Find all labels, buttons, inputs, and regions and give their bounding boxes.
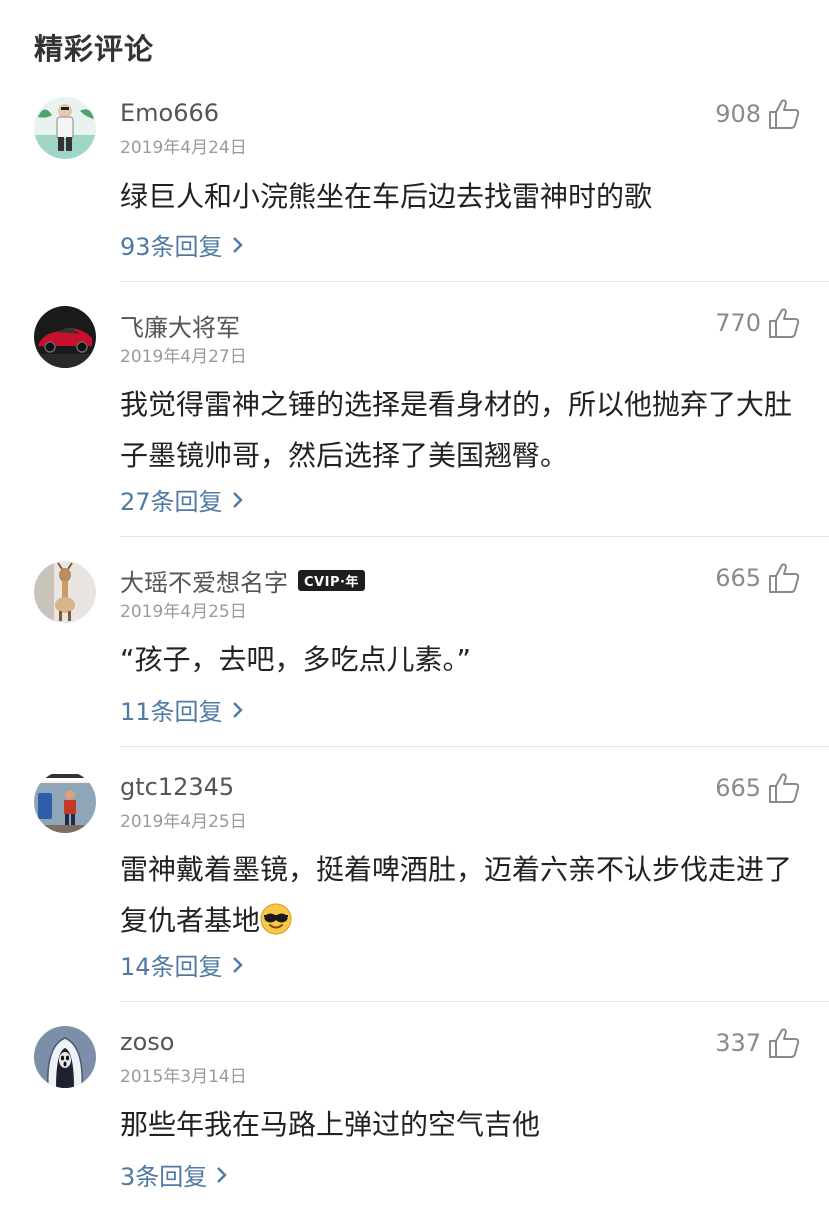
thumbs-up-icon xyxy=(769,563,800,593)
username[interactable]: 飞廉大将军 xyxy=(120,308,240,343)
chevron-right-icon xyxy=(232,701,243,718)
divider xyxy=(120,1001,829,1002)
view-replies-link[interactable]: 27条回复 xyxy=(120,482,245,517)
like-count: 908 xyxy=(715,100,761,128)
user-avatar[interactable] xyxy=(34,97,96,159)
comment-date: 2015年3月14日 xyxy=(120,1067,247,1087)
like-count: 665 xyxy=(715,564,761,592)
comment-item: gtc12345 2019年4月25日 665 雷神戴着墨镜，挺着啤酒肚，迈着六… xyxy=(0,771,829,991)
comment-text-body: 雷神戴着墨镜，挺着啤酒肚，迈着六亲不认步伐走进了复仇者基地 xyxy=(120,853,793,937)
section-title: 精彩评论 xyxy=(34,32,155,66)
meme-photo-avatar-icon xyxy=(34,771,96,833)
like-count: 337 xyxy=(715,1029,761,1057)
chevron-right-icon xyxy=(232,236,243,253)
comment-text: 那些年我在马路上弹过的空气吉他 xyxy=(120,1108,541,1141)
chevron-right-icon xyxy=(217,1166,227,1183)
reply-count: 93条回复 xyxy=(120,233,223,261)
user-avatar[interactable] xyxy=(34,1026,96,1088)
comment-item: Emo666 2019年4月24日 908 绿巨人和小浣熊坐在车后边去找雷神时的… xyxy=(0,97,829,277)
user-avatar[interactable] xyxy=(34,561,96,623)
divider xyxy=(120,536,829,537)
divider xyxy=(120,281,829,282)
old-man-cartoon-avatar-icon xyxy=(34,97,96,159)
comment-item: 飞廉大将军 2019年4月27日 770 我觉得雷神之锤的选择是看身材的，所以他… xyxy=(0,306,829,526)
comment-text: 绿巨人和小浣熊坐在车后边去找雷神时的歌 xyxy=(120,180,653,213)
deer-figure-avatar-icon xyxy=(34,561,96,623)
user-avatar[interactable] xyxy=(34,306,96,368)
comment-text: 雷神戴着墨镜，挺着啤酒肚，迈着六亲不认步伐走进了复仇者基地 xyxy=(120,844,810,946)
thumbs-up-icon xyxy=(769,308,800,338)
thumbs-up-icon xyxy=(769,1028,800,1058)
username[interactable]: gtc12345 xyxy=(120,773,234,801)
divider xyxy=(120,746,829,747)
reply-count: 11条回复 xyxy=(120,698,223,726)
like-count: 770 xyxy=(715,309,761,337)
red-sports-car-avatar-icon xyxy=(34,306,96,368)
like-button[interactable]: 908 xyxy=(715,97,801,131)
hooded-figure-avatar-icon xyxy=(34,1026,96,1088)
username[interactable]: Emo666 xyxy=(120,99,219,127)
like-button[interactable]: 770 xyxy=(715,306,801,340)
reply-count: 14条回复 xyxy=(120,953,223,981)
like-button[interactable]: 665 xyxy=(715,561,801,595)
view-replies-link[interactable]: 3条回复 xyxy=(120,1157,229,1192)
comment-date: 2019年4月25日 xyxy=(120,602,247,622)
chevron-right-icon xyxy=(232,491,243,508)
thumbs-up-icon xyxy=(769,773,800,803)
view-replies-link[interactable]: 11条回复 xyxy=(120,692,245,727)
reply-count: 3条回复 xyxy=(120,1163,208,1191)
sunglasses-emoji-icon xyxy=(260,903,292,935)
like-button[interactable]: 665 xyxy=(715,771,801,805)
comment-item: 大瑶不爱想名字 CVIP·年 2019年4月25日 665 “孩子，去吧，多吃点… xyxy=(0,561,829,736)
like-button[interactable]: 337 xyxy=(715,1026,801,1060)
user-avatar[interactable] xyxy=(34,771,96,833)
comment-date: 2019年4月27日 xyxy=(120,347,247,367)
thumbs-up-icon xyxy=(769,99,800,129)
view-replies-link[interactable]: 93条回复 xyxy=(120,227,245,262)
chevron-right-icon xyxy=(232,956,243,973)
username[interactable]: zoso xyxy=(120,1028,174,1056)
comment-date: 2019年4月25日 xyxy=(120,812,247,832)
comment-item: zoso 2015年3月14日 337 那些年我在马路上弹过的空气吉他 3条回复 xyxy=(0,1026,829,1206)
comment-text: “孩子，去吧，多吃点儿素。” xyxy=(120,643,472,676)
vip-badge: CVIP·年 xyxy=(298,570,365,591)
like-count: 665 xyxy=(715,774,761,802)
comment-date: 2019年4月24日 xyxy=(120,138,247,158)
view-replies-link[interactable]: 14条回复 xyxy=(120,947,245,982)
username[interactable]: 大瑶不爱想名字 xyxy=(120,563,288,598)
comment-text: 我觉得雷神之锤的选择是看身材的，所以他抛弃了大肚子墨镜帅哥，然后选择了美国翘臀。 xyxy=(120,388,793,472)
reply-count: 27条回复 xyxy=(120,488,223,516)
